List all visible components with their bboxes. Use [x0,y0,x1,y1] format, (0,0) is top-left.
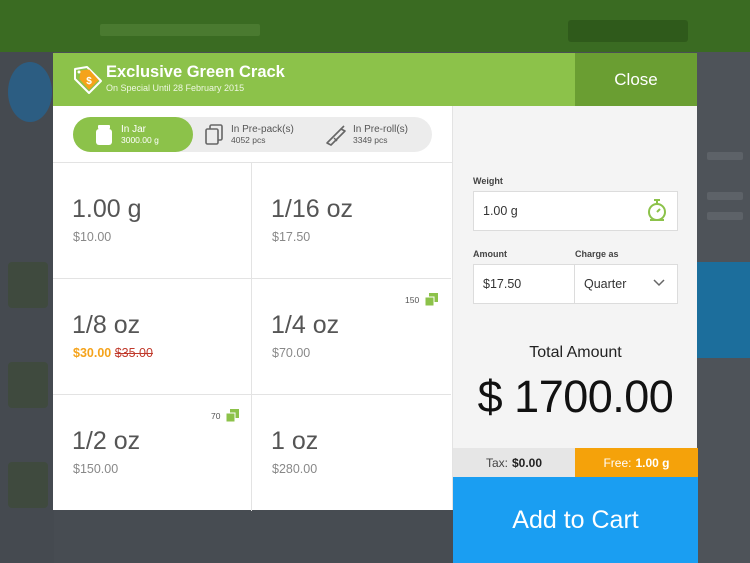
weight-price: $150.00 [73,462,119,476]
background-topbar-block [100,24,260,36]
weight-label: 1 oz [271,427,319,455]
special-subtitle: On Special Until 28 February 2015 [106,83,245,93]
order-panel: Weight 1.00 g Amount $17.50 Charge as Qu… [452,106,698,563]
stack-icon [226,409,240,422]
package-option-jar[interactable]: In Jar 3000.00 g [73,117,193,152]
background-right-panel [697,52,750,563]
weight-field[interactable]: 1.00 g [473,191,678,231]
weight-price: $10.00 [73,230,112,244]
product-modal: $ Exclusive Green Crack On Special Until… [53,53,698,563]
total-amount-value: $ 1700.00 [477,371,674,422]
weight-price: $280.00 [272,462,318,476]
background-line [707,212,743,220]
sale-price: $30.00 [73,346,112,360]
package-option-label: In Pre-pack(s) 4052 pcs [231,123,294,145]
svg-text:$: $ [86,76,92,87]
package-option-pre-pack[interactable]: In Pre-pack(s) 4052 pcs [203,117,315,152]
weight-option-1-2oz[interactable]: 70 1/2 oz $150.00 [53,395,252,511]
weight-price: $30.00 $35.00 [73,346,153,360]
background-blue-block [697,262,750,358]
weight-option-1-8oz[interactable]: 1/8 oz $30.00 $35.00 [53,279,252,395]
amount-field[interactable]: $17.50 [473,264,575,304]
weight-field-label: Weight [473,176,503,186]
free-summary: Free: 1.00 g [575,448,698,477]
pre-roll-icon [326,124,346,146]
product-title: Exclusive Green Crack [106,63,285,81]
background-topbar [0,0,750,52]
weight-label: 1.00 g [72,195,142,223]
add-to-cart-button[interactable]: Add to Cart [453,477,698,563]
modal-header: $ Exclusive Green Crack On Special Until… [53,53,697,106]
stock-badge: 70 [211,409,240,422]
weight-label: 1/16 oz [271,195,354,223]
background-line [707,152,743,160]
weight-option-1-16oz[interactable]: 1/16 oz $17.50 [252,163,451,279]
weight-option-1-4oz[interactable]: 150 1/4 oz $70.00 [252,279,451,395]
package-option-pre-roll[interactable]: In Pre-roll(s) 3349 pcs [325,117,430,152]
amount-field-value: $17.50 [483,277,522,291]
background-line [707,192,743,200]
weight-label: 1/8 oz [72,311,141,339]
package-type-selector: In Jar 3000.00 g In Pre-pack(s) 4052 pcs [73,117,432,152]
stack-icon [425,293,439,306]
background-block [8,262,48,308]
price-tag-icon: $ [74,66,102,94]
total-amount-label: Total Amount [529,344,622,361]
weight-grid: 1.00 g $10.00 1/16 oz $17.50 1/8 oz $30.… [53,163,452,511]
tax-summary: Tax: $0.00 [453,448,575,477]
close-button[interactable]: Close [575,53,697,106]
weight-option-1g[interactable]: 1.00 g $10.00 [53,163,252,279]
charge-as-dropdown[interactable]: Quarter [574,264,678,304]
package-option-label: In Jar 3000.00 g [121,123,159,145]
jar-icon [96,124,112,145]
original-price: $35.00 [114,346,153,360]
weight-label: 1/2 oz [72,427,141,455]
free-value: 1.00 g [635,455,670,470]
free-label: Free: [603,455,632,470]
amount-field-label: Amount [473,249,507,259]
charge-as-label: Charge as [575,249,619,259]
charge-as-value: Quarter [584,277,627,291]
weight-price: $17.50 [272,230,311,244]
weight-option-1oz[interactable]: 1 oz $280.00 [252,395,451,511]
tax-label: Tax: [485,455,508,470]
chevron-down-icon [653,279,665,287]
weight-field-value: 1.00 g [483,204,518,218]
package-option-label: In Pre-roll(s) 3349 pcs [353,123,409,145]
weight-selection-panel: In Jar 3000.00 g In Pre-pack(s) 4052 pcs [53,106,452,511]
background-block [8,362,48,408]
package-type-row: In Jar 3000.00 g In Pre-pack(s) 4052 pcs [53,106,452,163]
weight-price: $70.00 [272,346,311,360]
background-left-panel [0,52,54,563]
background-block [8,462,48,508]
scale-icon[interactable] [647,198,667,222]
background-topbar-block [568,20,688,42]
background-avatar [8,62,52,122]
stock-badge: 150 [405,293,439,306]
tax-value: $0.00 [511,455,543,470]
pre-pack-icon [205,123,223,145]
weight-label: 1/4 oz [271,311,340,339]
